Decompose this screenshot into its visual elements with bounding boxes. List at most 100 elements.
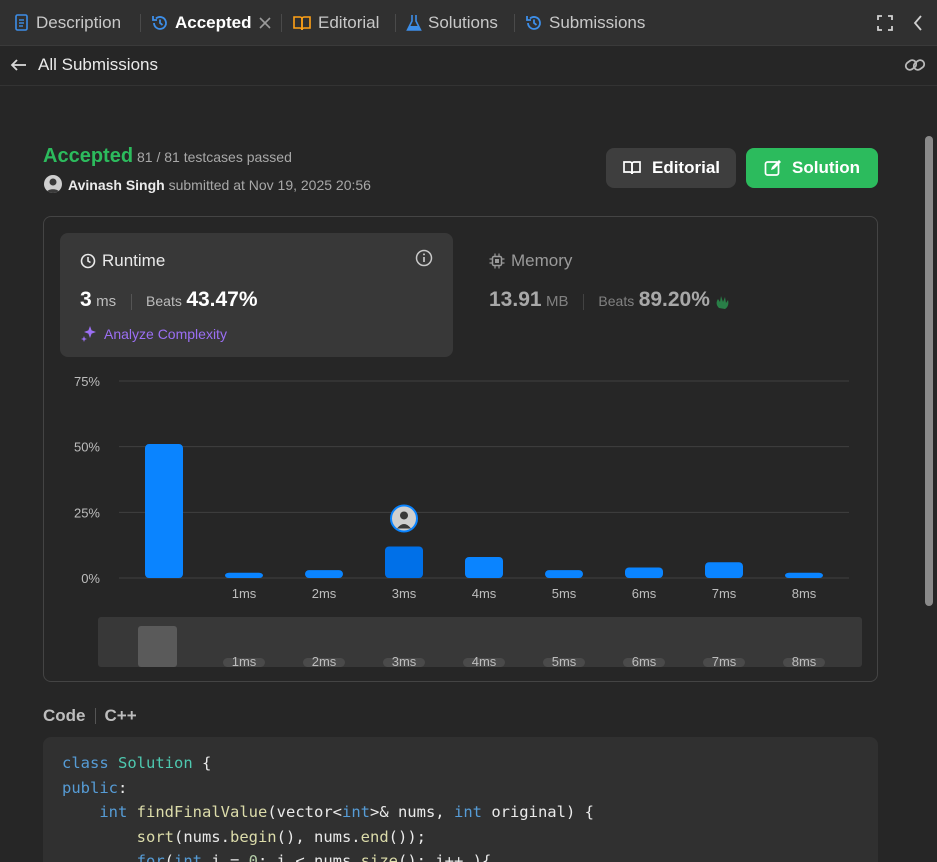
code-block[interactable]: class Solution { public: int findFinalVa… bbox=[43, 737, 878, 862]
overview-tick-label: 3ms bbox=[392, 654, 417, 669]
tab-divider bbox=[140, 14, 141, 32]
scrollbar[interactable] bbox=[925, 136, 933, 606]
tab-solutions[interactable]: Solutions bbox=[406, 0, 498, 46]
tab-editorial-label: Editorial bbox=[318, 13, 380, 32]
chart-bar bbox=[385, 546, 423, 578]
tab-accepted-label: Accepted bbox=[175, 13, 252, 32]
y-tick-label: 0% bbox=[81, 571, 100, 586]
chart-bar bbox=[145, 444, 183, 578]
chart-bar bbox=[545, 570, 583, 578]
editorial-button-label: Editorial bbox=[651, 158, 720, 177]
overview-tick-label: 5ms bbox=[552, 654, 577, 669]
tab-divider bbox=[514, 14, 515, 32]
y-tick-label: 50% bbox=[74, 440, 100, 455]
all-submissions-link[interactable]: All Submissions bbox=[10, 55, 158, 75]
sparkle-icon bbox=[81, 326, 96, 342]
solution-button-label: Solution bbox=[792, 158, 860, 177]
avatar[interactable] bbox=[44, 175, 62, 193]
x-tick-label: 2ms bbox=[312, 586, 337, 601]
memory-value: 13.91 bbox=[489, 288, 542, 311]
analyze-complexity-link[interactable]: Analyze Complexity bbox=[80, 325, 227, 343]
runtime-values: 3 ms Beats 43.47% bbox=[80, 288, 258, 312]
chevron-left-icon[interactable] bbox=[912, 14, 924, 32]
x-tick-label: 8ms bbox=[792, 586, 817, 601]
x-tick-label: 1ms bbox=[232, 586, 257, 601]
arrow-left-icon bbox=[10, 59, 26, 71]
tab-description-label: Description bbox=[36, 13, 122, 32]
chart-bar bbox=[465, 556, 503, 578]
x-tick-label: 4ms bbox=[472, 586, 497, 601]
solution-button[interactable]: Solution bbox=[746, 148, 878, 188]
tab-divider bbox=[281, 14, 282, 32]
chip-icon bbox=[489, 253, 505, 269]
overview-tick-label: 4ms bbox=[472, 654, 497, 669]
author-name[interactable]: Avinash Singh bbox=[68, 177, 165, 193]
tab-divider bbox=[395, 14, 396, 32]
overview-tick-label: 2ms bbox=[312, 654, 337, 669]
memory-beats-value: 89.20% bbox=[638, 288, 710, 311]
overview-tick-label: 6ms bbox=[632, 654, 657, 669]
fullscreen-icon[interactable] bbox=[877, 15, 893, 31]
memory-title-label: Memory bbox=[511, 251, 573, 270]
tab-solutions-label: Solutions bbox=[428, 13, 498, 32]
overview-tick-label: 1ms bbox=[232, 654, 257, 669]
runtime-distribution-chart[interactable]: 75% 50% 25% 0% 1ms 2ms 3ms 4ms 5ms 6ms 7ms 8ms 1ms 2m… bbox=[44, 357, 879, 683]
runtime-beats-label: Beats bbox=[146, 293, 182, 309]
chart-bar bbox=[225, 572, 263, 578]
tab-editorial[interactable]: Editorial bbox=[292, 0, 379, 46]
runtime-value: 3 bbox=[80, 288, 92, 311]
performance-card: Runtime 3 ms Beats 43.47% Analyze Comple… bbox=[43, 216, 878, 682]
code-text: class Solution { public: int findFinalVa… bbox=[62, 754, 594, 862]
flask-icon bbox=[406, 15, 422, 31]
x-tick-label: 7ms bbox=[712, 586, 737, 601]
memory-beats-label: Beats bbox=[598, 293, 635, 309]
code-header: C++ Code C++ bbox=[43, 706, 137, 726]
tab-submissions[interactable]: Submissions bbox=[525, 0, 645, 46]
x-tick-label: 6ms bbox=[632, 586, 657, 601]
tab-submissions-label: Submissions bbox=[549, 13, 646, 32]
x-tick-label: 3ms bbox=[392, 586, 417, 601]
code-language: C++ bbox=[104, 706, 137, 725]
document-icon bbox=[15, 14, 28, 31]
tab-bar: Description Accepted Editorial Solutions… bbox=[0, 0, 937, 46]
runtime-beats-value: 43.47% bbox=[186, 288, 258, 311]
link-icon[interactable] bbox=[904, 56, 926, 74]
x-tick-label: 5ms bbox=[552, 586, 577, 601]
divider bbox=[94, 708, 96, 724]
history-icon bbox=[526, 16, 541, 30]
submission-status: Accepted bbox=[43, 145, 134, 167]
clap-icon bbox=[716, 295, 729, 309]
avatar-head bbox=[400, 511, 408, 520]
chart-bar bbox=[305, 570, 343, 578]
editorial-button[interactable]: Editorial bbox=[606, 148, 736, 188]
edit-icon bbox=[764, 160, 781, 176]
memory-values: 13.91 MB Beats 89.20% bbox=[489, 288, 732, 312]
chart-bar bbox=[625, 567, 663, 578]
chart-bar bbox=[785, 572, 823, 578]
memory-title[interactable]: Memory bbox=[489, 251, 572, 271]
all-submissions-label: All Submissions bbox=[38, 55, 158, 74]
y-tick-label: 75% bbox=[74, 374, 100, 389]
submission-content: Accepted 81 / 81 testcases passed Avinas… bbox=[0, 86, 922, 862]
submission-byline: Avinash Singh submitted at Nov 19, 2025 … bbox=[68, 177, 371, 193]
divider bbox=[130, 293, 132, 310]
runtime-unit: ms bbox=[96, 293, 117, 310]
submission-subheader: All Submissions bbox=[0, 46, 937, 86]
close-icon[interactable] bbox=[258, 16, 272, 30]
code-title: Code bbox=[43, 706, 86, 725]
overview-tick-label: 8ms bbox=[792, 654, 817, 669]
tab-description[interactable]: Description bbox=[14, 0, 121, 46]
user-avatar-marker bbox=[390, 504, 418, 533]
book-icon bbox=[623, 161, 641, 175]
memory-unit: MB bbox=[546, 293, 569, 310]
runtime-title: Runtime bbox=[80, 251, 165, 271]
tab-accepted[interactable]: Accepted bbox=[151, 0, 252, 46]
runtime-panel[interactable]: Runtime 3 ms Beats 43.47% Analyze Comple… bbox=[60, 233, 453, 357]
chart-bar bbox=[705, 562, 743, 578]
info-icon[interactable] bbox=[415, 249, 433, 267]
overview-selected-bar bbox=[138, 626, 177, 667]
book-icon bbox=[293, 16, 311, 31]
history-icon bbox=[152, 16, 167, 30]
overview-tick-label: 7ms bbox=[712, 654, 737, 669]
testcases-passed: 81 / 81 testcases passed bbox=[137, 149, 292, 165]
